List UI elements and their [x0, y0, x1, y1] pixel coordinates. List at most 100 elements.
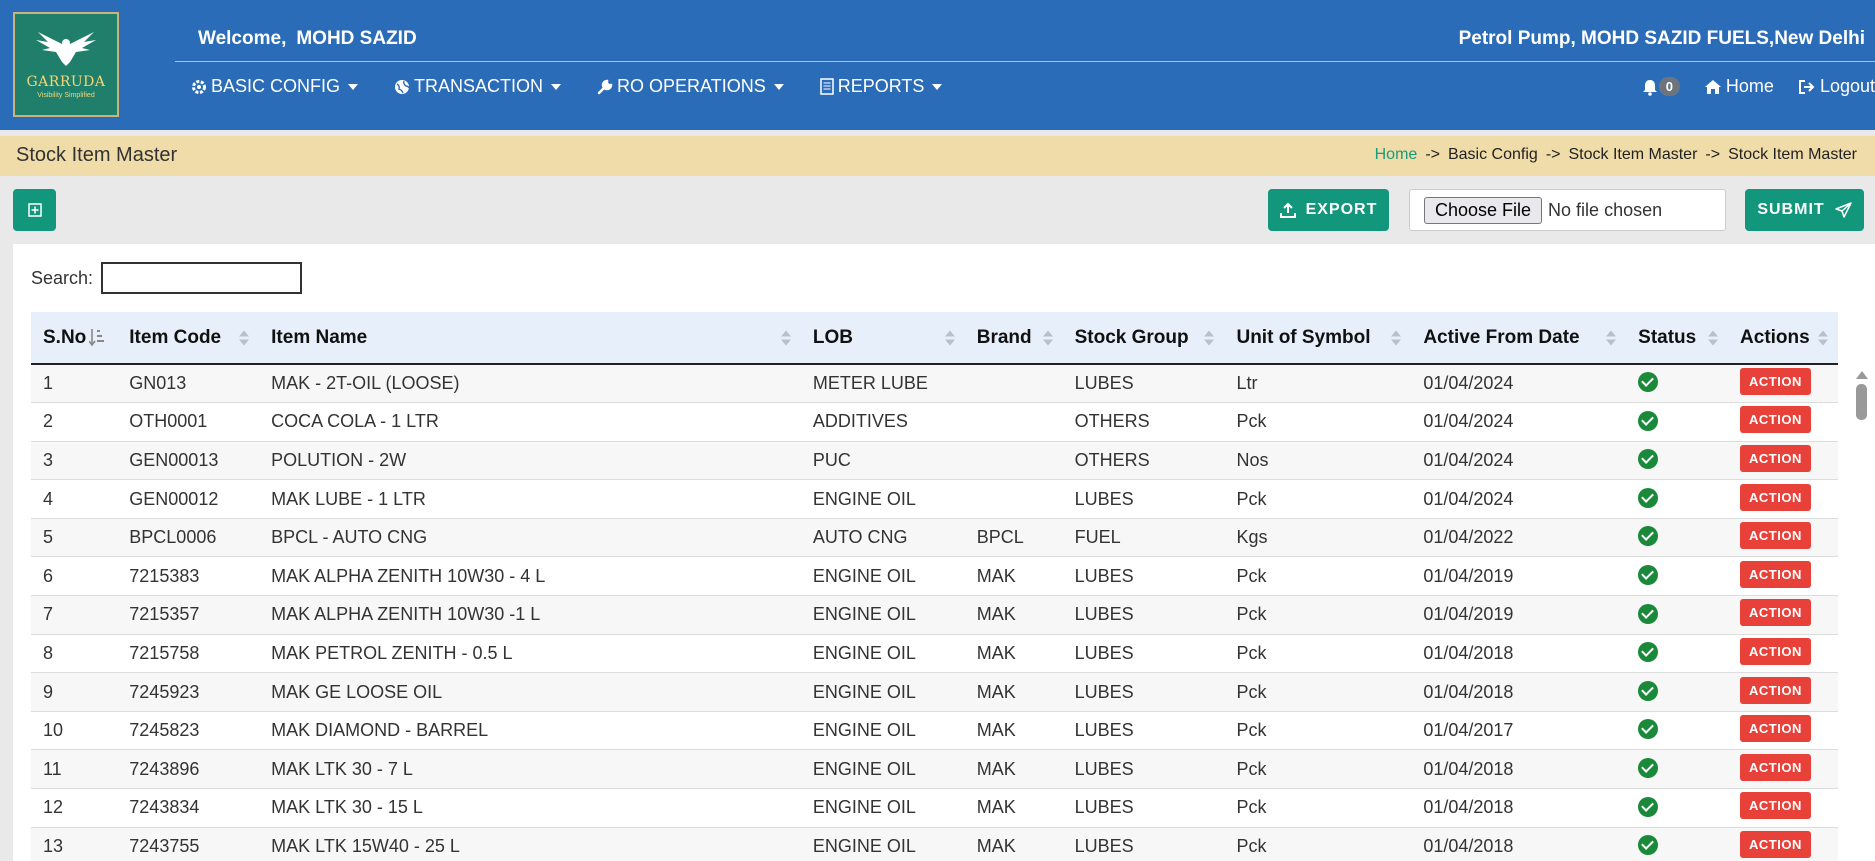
column-header-item-code[interactable]: Item Code [117, 312, 259, 364]
table-row: 7 7215357 MAK ALPHA ZENITH 10W30 -1 L ENGIN… [31, 595, 1838, 635]
column-header-label: Actions [1740, 326, 1810, 348]
garruda-logo[interactable]: GARRUDA Visibility Simplified [13, 12, 119, 117]
cell-status [1626, 789, 1728, 828]
cell-stock-group: OTHERS [1074, 449, 1150, 470]
breadcrumb-home[interactable]: Home [1375, 146, 1418, 164]
column-header-s-no[interactable]: S.No [31, 312, 117, 364]
scroll-up-arrow-icon[interactable] [1856, 371, 1868, 379]
cell-unit: Pck [1236, 411, 1267, 432]
eagle-icon [36, 32, 96, 66]
check-circle-icon [1638, 526, 1659, 547]
logo-brand: GARRUDA [26, 74, 106, 90]
submit-button-label: SUBMIT [1757, 201, 1825, 218]
column-header-label: Unit of Symbol [1236, 326, 1371, 348]
table-row: 13 7243755 MAK LTK 15W40 - 25 L ENGINE OIL M… [31, 827, 1838, 861]
action-button[interactable]: ACTION [1740, 444, 1811, 472]
cell-sno: 4 [43, 488, 54, 509]
table-row: 9 7245923 MAK GE LOOSE OIL ENGINE OIL MAK LUB… [31, 672, 1838, 712]
action-button[interactable]: ACTION [1740, 792, 1811, 820]
cell-active-from: 01/04/2018 [1423, 797, 1514, 818]
scrollbar-thumb[interactable] [1856, 384, 1867, 420]
cell-sno: 7 [43, 604, 54, 625]
cell-item-name: COCA COLA - 1 LTR [271, 411, 439, 432]
cell-unit: Pck [1236, 681, 1267, 702]
action-button[interactable]: ACTION [1740, 830, 1811, 858]
cell-item-code: BPCL0006 [129, 527, 217, 548]
action-button[interactable]: ACTION [1740, 406, 1811, 434]
action-button[interactable]: ACTION [1740, 753, 1811, 781]
column-header-actions[interactable]: Actions [1728, 312, 1838, 364]
action-button[interactable]: ACTION [1740, 560, 1811, 588]
cell-unit: Pck [1236, 565, 1267, 586]
cell-brand: MAK [976, 758, 1016, 779]
cell-active-from: 01/04/2018 [1423, 758, 1514, 779]
sort-ascending-icon [88, 329, 105, 347]
check-circle-icon [1638, 796, 1659, 817]
main-nav: BASIC CONFIG TRANSACTION RO OPERATIONS R… [191, 76, 943, 97]
table-row: 4 GEN00012 MAK LUBE - 1 LTR ENGINE OIL LUBES… [31, 479, 1838, 519]
stock-item-table: S.No Item Code Item Name LOB Brand Stock Grou… [31, 312, 1838, 861]
nav-reports[interactable]: REPORTS [819, 76, 943, 97]
cell-sno: 9 [43, 681, 54, 702]
home-icon [1704, 79, 1721, 94]
logout-icon [1798, 79, 1815, 94]
nav-transaction[interactable]: TRANSACTION [394, 76, 562, 97]
cell-item-name: MAK LTK 30 - 7 L [271, 758, 413, 779]
action-button[interactable]: ACTION [1740, 522, 1811, 550]
cell-item-code: 7215357 [129, 604, 200, 625]
cell-active-from: 01/04/2024 [1423, 411, 1514, 432]
cell-actions: ACTION [1728, 403, 1838, 442]
upload-icon [1279, 202, 1296, 218]
cell-brand [965, 403, 1063, 442]
breadcrumb-separator: -> [1705, 146, 1721, 163]
column-header-stock-group[interactable]: Stock Group [1063, 312, 1225, 364]
cell-active-from: 01/04/2019 [1423, 604, 1514, 625]
toggle-form-button[interactable] [13, 189, 56, 231]
action-button[interactable]: ACTION [1740, 368, 1811, 396]
export-button[interactable]: EXPORT [1268, 189, 1389, 231]
choose-file-button[interactable]: Choose File [1424, 196, 1543, 224]
cell-actions: ACTION [1728, 827, 1838, 861]
chevron-down-icon [551, 83, 562, 90]
column-header-lob[interactable]: LOB [801, 312, 965, 364]
action-button[interactable]: ACTION [1740, 637, 1811, 665]
logout-link[interactable]: Logout [1798, 76, 1875, 97]
cell-lob: ENGINE OIL [812, 488, 916, 509]
cell-stock-group: LUBES [1074, 681, 1134, 702]
nav-basic-config[interactable]: BASIC CONFIG [191, 76, 359, 97]
action-button[interactable]: ACTION [1740, 599, 1811, 627]
cell-active-from: 01/04/2017 [1423, 720, 1514, 741]
column-header-item-name[interactable]: Item Name [259, 312, 801, 364]
action-button[interactable]: ACTION [1740, 483, 1811, 511]
column-header-active-from-date[interactable]: Active From Date [1411, 312, 1626, 364]
submit-button[interactable]: SUBMIT [1745, 189, 1864, 231]
logout-link-label: Logout [1819, 76, 1875, 96]
column-header-unit-of-symbol[interactable]: Unit of Symbol [1224, 312, 1411, 364]
cell-item-code: OTH0001 [129, 411, 208, 432]
breadcrumb-current: Stock Item Master [1728, 146, 1857, 163]
chevron-down-icon [348, 83, 359, 90]
cell-lob: ENGINE OIL [812, 642, 916, 663]
cell-stock-group: LUBES [1074, 565, 1134, 586]
cell-item-name: MAK LUBE - 1 LTR [271, 488, 426, 509]
cell-lob: PUC [812, 449, 851, 470]
search-input[interactable] [101, 262, 303, 294]
file-upload-input[interactable]: Choose File No file chosen [1409, 189, 1726, 231]
action-button[interactable]: ACTION [1740, 676, 1811, 704]
column-header-brand[interactable]: Brand [965, 312, 1063, 364]
column-header-label: Item Code [129, 326, 222, 348]
cell-status [1626, 711, 1728, 750]
cell-lob: ENGINE OIL [812, 835, 916, 856]
cell-status [1626, 441, 1728, 480]
action-button[interactable]: ACTION [1740, 715, 1811, 743]
notifications-button[interactable]: 0 [1641, 77, 1680, 96]
stock-item-panel: Search: S.No Item Code Item Name LOB Brand St… [13, 244, 1875, 861]
home-link[interactable]: Home [1704, 76, 1774, 97]
table-row: 11 7243896 MAK LTK 30 - 7 L ENGINE OIL MAK LU… [31, 749, 1838, 789]
breadcrumb-basic-config: Basic Config [1447, 146, 1538, 163]
cell-actions: ACTION [1728, 634, 1838, 673]
cell-sno: 11 [43, 758, 62, 779]
cell-lob: ENGINE OIL [812, 681, 916, 702]
nav-ro-operations[interactable]: RO OPERATIONS [597, 76, 784, 97]
column-header-status[interactable]: Status [1626, 312, 1728, 364]
